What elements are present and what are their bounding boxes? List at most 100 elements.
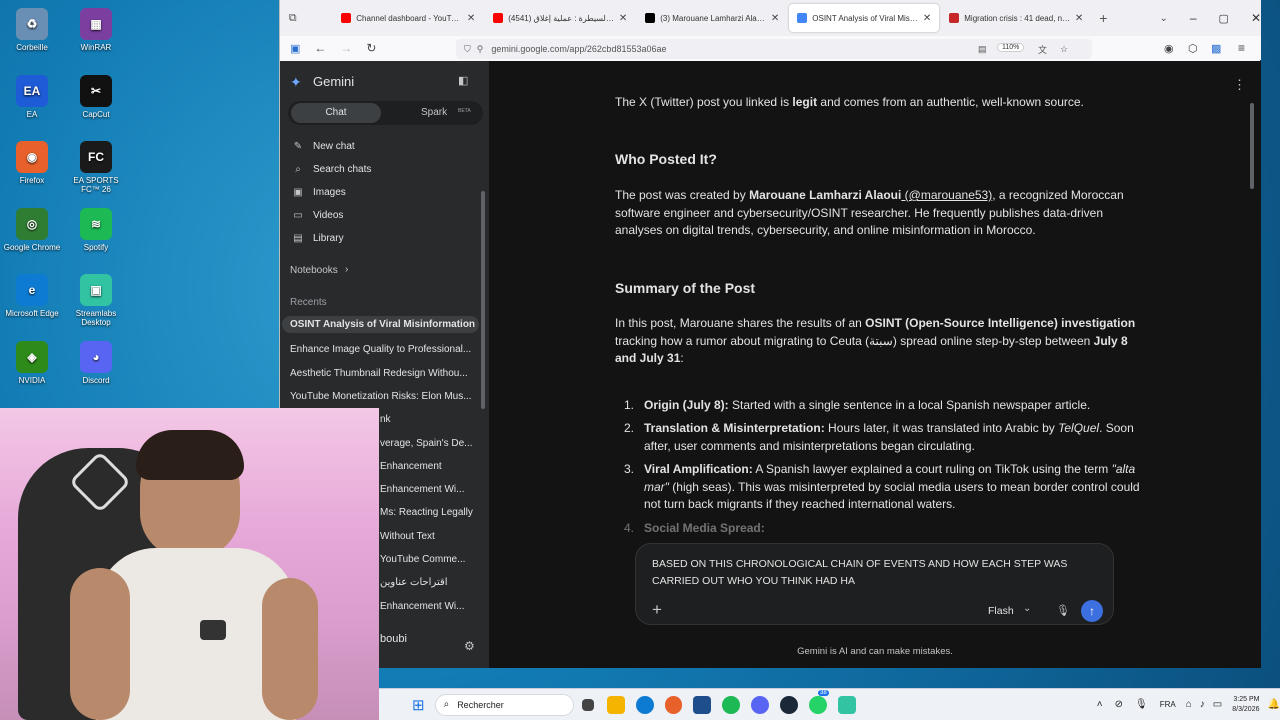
desktop-icon[interactable]: ♻ Corbeille — [0, 8, 64, 52]
recent-chat-item[interactable]: nk — [380, 414, 478, 425]
minimize-icon[interactable]: – — [1190, 11, 1197, 25]
notebooks-link[interactable]: Notebooks — [290, 265, 338, 276]
discord-taskbar-icon[interactable] — [751, 695, 770, 714]
tray-chevron-icon[interactable]: ˄ — [1097, 699, 1103, 710]
gemini-title[interactable]: Gemini — [313, 74, 354, 89]
battery-icon[interactable]: ▭ — [1213, 699, 1222, 710]
recent-chat-item[interactable]: YouTube Monetization Risks: Elon Mus... — [290, 391, 475, 402]
microphone-icon[interactable]: 🎙 — [1056, 604, 1070, 617]
reload-icon[interactable]: ↻ — [366, 41, 376, 55]
microphone-tray-icon[interactable]: 🎙 — [1135, 699, 1148, 710]
desktop-icon[interactable]: ≋ Spotify — [64, 208, 128, 252]
forward-icon[interactable]: → — [340, 41, 352, 55]
new-tab-icon[interactable]: + — [1099, 10, 1107, 26]
chat-scrollbar[interactable] — [1250, 103, 1254, 189]
url-bar[interactable]: ⛉ ⚲ gemini.google.com/app/262cbd81553a06… — [456, 39, 1092, 59]
close-tab-icon[interactable]: ✕ — [1075, 13, 1083, 24]
extensions-icon[interactable]: ⬡ — [1188, 42, 1198, 55]
settings-icon[interactable]: ⚙ — [464, 639, 475, 653]
desktop-icon[interactable]: ▣ Streamlabs Desktop — [64, 274, 128, 327]
recent-chat-item[interactable]: Aesthetic Thumbnail Redesign Withou... — [290, 368, 475, 379]
recent-chat-item[interactable]: Enhancement Wi... — [380, 601, 478, 612]
author-handle-link[interactable]: (@marouane53) — [901, 188, 993, 202]
streamlabs-taskbar-icon[interactable] — [837, 695, 856, 714]
tab-overview-icon[interactable]: ⧉ — [280, 12, 305, 25]
file-explorer-icon[interactable] — [606, 695, 625, 714]
store-taskbar-icon[interactable] — [693, 695, 712, 714]
desktop-icon[interactable]: ◕ Discord — [64, 341, 128, 385]
browser-tab[interactable]: (4541) خارج السيطرة : عملية إغلاق ✕ — [485, 4, 635, 32]
recent-chat-item[interactable]: Without Text — [380, 531, 478, 542]
reader-icon[interactable]: ▤ — [978, 44, 987, 55]
windows-start-icon[interactable]: ⊞ — [412, 696, 425, 714]
volume-icon[interactable]: ♪ — [1200, 699, 1205, 710]
desktop-icon[interactable]: e Microsoft Edge — [0, 274, 64, 318]
recent-chat-item[interactable]: اقتراحات عناوين — [380, 577, 478, 588]
prompt-box[interactable]: BASED ON THIS CHRONOLOGICAL CHAIN OF EVE… — [635, 543, 1114, 625]
tab-spark[interactable]: Spark — [421, 103, 447, 123]
close-tab-icon[interactable]: ✕ — [467, 13, 475, 24]
send-button[interactable]: ↑ — [1081, 600, 1103, 622]
recent-chat-item[interactable]: Enhance Image Quality to Professional... — [290, 344, 475, 355]
recent-chat-item[interactable]: Ms: Reacting Legally — [380, 507, 478, 518]
add-icon[interactable]: + — [652, 600, 662, 620]
edge-taskbar-icon[interactable] — [635, 695, 654, 714]
user-name[interactable]: boubi — [380, 633, 407, 645]
translator-ext-icon[interactable]: ▩ — [1211, 42, 1221, 55]
firefox-taskbar-icon[interactable] — [664, 695, 683, 714]
desktop-icon[interactable]: ▦ WinRAR — [64, 8, 128, 52]
chevron-down-icon[interactable]: ⌄ — [1023, 603, 1031, 614]
recent-chat-item[interactable]: YouTube Comme... — [380, 554, 478, 565]
close-tab-icon[interactable]: ✕ — [771, 13, 779, 24]
tray-app-icon[interactable]: ⊘ — [1115, 699, 1123, 710]
sidebar-nav-item[interactable]: ▣ Images — [292, 187, 346, 198]
translate-icon[interactable]: 文 — [1038, 43, 1047, 56]
taskbar-search[interactable]: ⌕ Rechercher — [434, 693, 574, 716]
maximize-icon[interactable]: ▢ — [1219, 12, 1229, 25]
desktop-icon[interactable]: EA EA — [0, 75, 64, 119]
close-tab-icon[interactable]: ✕ — [923, 13, 931, 24]
recent-chat-item[interactable]: verage, Spain's De... — [380, 438, 478, 449]
zoom-level[interactable]: 110% — [997, 43, 1025, 52]
whatsapp-taskbar-icon[interactable]: 38 — [809, 689, 829, 714]
sidebar-nav-item[interactable]: ▤ Library — [292, 233, 343, 244]
browser-tab[interactable]: Migration crisis : 41 dead, near ✕ — [941, 4, 1091, 32]
close-window-icon[interactable]: ✕ — [1251, 11, 1261, 25]
recent-chat-item[interactable]: Enhancement — [380, 461, 478, 472]
recent-chat-item[interactable]: Enhancement Wi... — [380, 484, 478, 495]
account-icon[interactable]: ◉ — [1164, 42, 1174, 55]
recent-chat-item[interactable]: OSINT Analysis of Viral Misinformation — [282, 316, 479, 333]
prompt-input[interactable]: BASED ON THIS CHRONOLOGICAL CHAIN OF EVE… — [652, 556, 1092, 590]
menu-icon[interactable]: ≡ — [1238, 41, 1245, 55]
collapse-sidebar-icon[interactable]: ◧ — [458, 74, 468, 87]
task-view-icon[interactable] — [581, 698, 594, 711]
desktop-icon[interactable]: ◈ NVIDIA — [0, 341, 64, 385]
tab-list-dropdown-icon[interactable]: ⌄ — [1159, 13, 1167, 24]
sidebar-nav-item[interactable]: ⌕ Search chats — [292, 164, 371, 175]
sidebar-nav-item[interactable]: ▭ Videos — [292, 210, 343, 221]
model-selector[interactable]: Flash — [988, 605, 1014, 617]
browser-tab[interactable]: OSINT Analysis of Viral Misinfor ✕ — [789, 4, 940, 32]
close-tab-icon[interactable]: ✕ — [619, 13, 627, 24]
steam-taskbar-icon[interactable] — [780, 695, 799, 714]
sidebar-nav-item[interactable]: ✎ New chat — [292, 141, 355, 152]
bookmark-icon[interactable]: ☆ — [1060, 44, 1068, 55]
desktop-icon[interactable]: ◎ Google Chrome — [0, 208, 64, 252]
desktop-icon[interactable]: ◉ Firefox — [0, 141, 64, 185]
tab-chat[interactable]: Chat — [291, 103, 381, 123]
sidebar-toggle-icon[interactable]: ▣ — [290, 42, 300, 55]
language-indicator[interactable]: FRA — [1160, 700, 1176, 709]
more-options-icon[interactable]: ⋮ — [1233, 77, 1246, 93]
chevron-right-icon[interactable]: › — [345, 264, 348, 275]
back-icon[interactable]: ← — [314, 41, 326, 55]
spotify-taskbar-icon[interactable] — [722, 695, 741, 714]
browser-tab[interactable]: Channel dashboard - YouTube S ✕ — [333, 4, 483, 32]
desktop-icon[interactable]: FC EA SPORTS FC™ 26 — [64, 141, 128, 194]
desktop-icon[interactable]: ✂ CapCut — [64, 75, 128, 119]
site-info-icon[interactable]: ⚲ — [477, 44, 484, 55]
sidebar-scrollbar[interactable] — [481, 191, 485, 409]
url-text[interactable]: gemini.google.com/app/262cbd81553a06ae — [491, 44, 666, 54]
network-icon[interactable]: ⌂ — [1186, 699, 1192, 710]
notifications-icon[interactable]: 🔔 — [1267, 699, 1279, 710]
clock[interactable]: 3:25 PM 8/3/2026 — [1232, 695, 1259, 715]
